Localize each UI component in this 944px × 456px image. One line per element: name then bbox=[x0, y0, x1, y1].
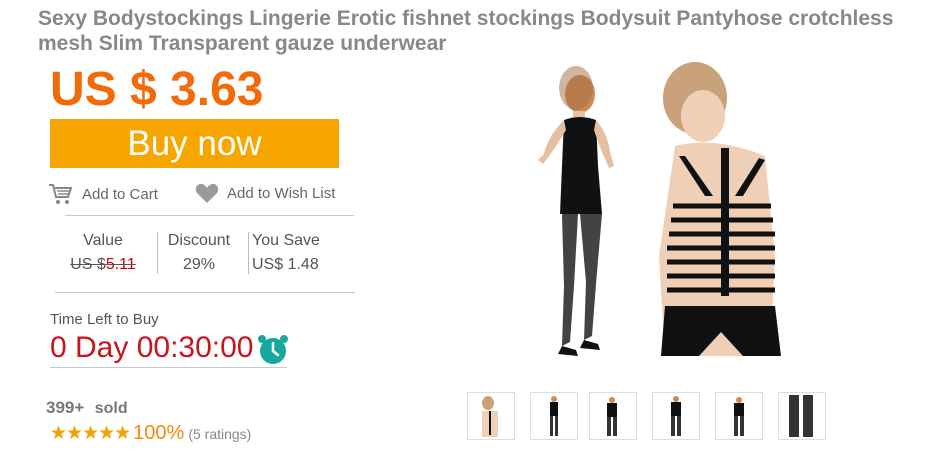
original-price: US $5.11 bbox=[55, 252, 151, 278]
product-title: Sexy Bodystockings Lingerie Erotic fishn… bbox=[38, 7, 894, 55]
discount-value: 29% bbox=[182, 256, 216, 273]
rating: ★★★★★ 100% (5 ratings) bbox=[50, 422, 251, 445]
sold-number: 399+ bbox=[46, 398, 85, 417]
time-left-label: Time Left to Buy bbox=[50, 311, 159, 328]
savings-header: You Save bbox=[252, 232, 320, 249]
thumbnail-image bbox=[671, 396, 681, 436]
divider bbox=[50, 367, 287, 368]
countdown-timer: 0 Day 00:30:00 bbox=[50, 331, 254, 364]
add-to-wishlist-label: Add to Wish List bbox=[227, 184, 336, 202]
savings-column: You Save US$ 1.48 bbox=[252, 232, 342, 276]
thumbnail-image bbox=[607, 397, 617, 436]
thumbnail-image bbox=[734, 397, 744, 436]
discount-column: Discount 29% bbox=[161, 232, 237, 276]
ratings-count-link[interactable]: (5 ratings) bbox=[188, 426, 251, 442]
rating-percent: 100% bbox=[133, 422, 185, 444]
buy-now-button[interactable]: Buy now bbox=[50, 119, 339, 168]
price: US $ 3.63 bbox=[50, 63, 264, 116]
cart-icon bbox=[49, 184, 73, 204]
add-to-cart-label: Add to Cart bbox=[82, 185, 158, 203]
divider bbox=[55, 292, 355, 293]
thumbnail-image bbox=[482, 396, 498, 437]
original-price-prefix: US $ bbox=[70, 256, 106, 273]
thumbnail-4[interactable] bbox=[652, 392, 700, 440]
thumbnail-3[interactable] bbox=[589, 392, 637, 440]
alarm-clock-icon bbox=[258, 335, 288, 364]
thumbnail-6[interactable] bbox=[778, 392, 826, 440]
price-breakdown: Value US $5.11 Discount 29% You Save US$… bbox=[55, 232, 345, 276]
column-divider bbox=[157, 232, 158, 274]
product-image-back[interactable] bbox=[625, 56, 805, 374]
thumbnail-image bbox=[550, 396, 558, 436]
sold-label: sold bbox=[94, 400, 128, 417]
thumbnail-image bbox=[789, 395, 813, 437]
add-to-cart-button[interactable]: Add to Cart bbox=[48, 182, 158, 206]
thumbnail-5[interactable] bbox=[715, 392, 763, 440]
savings-value: US$ 1.48 bbox=[252, 256, 319, 273]
value-header: Value bbox=[83, 232, 123, 249]
value-column: Value US $5.11 bbox=[55, 232, 151, 276]
discount-header: Discount bbox=[167, 232, 231, 249]
thumbnail-2[interactable] bbox=[530, 392, 578, 440]
add-to-wishlist-button[interactable]: Add to Wish List bbox=[195, 182, 335, 204]
divider bbox=[65, 215, 354, 216]
column-divider bbox=[248, 232, 249, 274]
star-rating-icon: ★★★★★ bbox=[50, 423, 131, 444]
thumbnail-1[interactable] bbox=[467, 392, 515, 440]
heart-icon bbox=[195, 183, 219, 203]
sold-count: 399+ sold bbox=[46, 398, 128, 418]
original-price-amount: 5.11 bbox=[105, 256, 136, 273]
